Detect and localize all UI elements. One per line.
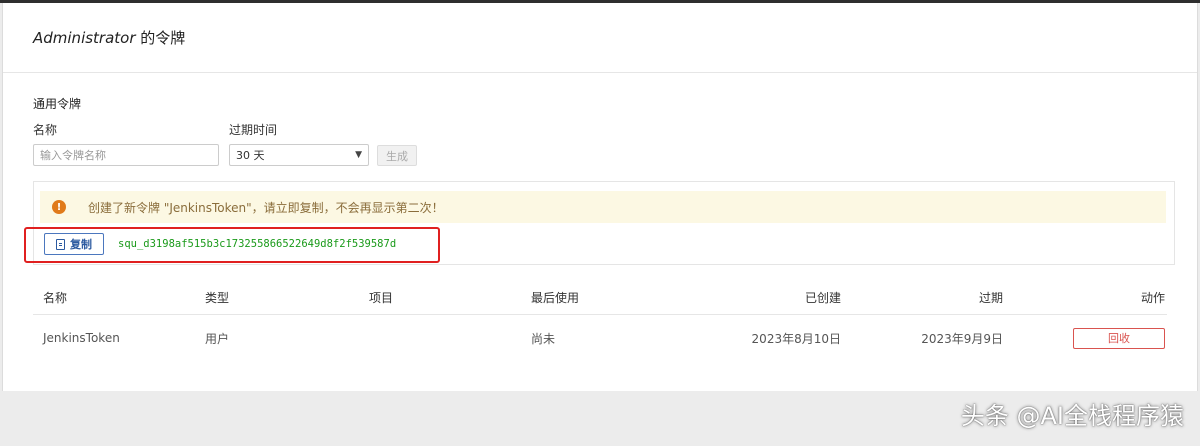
row-created: 2023年8月10日 bbox=[751, 331, 841, 346]
warning-icon: ! bbox=[52, 200, 66, 214]
watermark: 头条 @AI全栈程序猿 bbox=[960, 402, 1184, 430]
clipboard-icon bbox=[56, 238, 65, 250]
header-created: 已创建 bbox=[804, 291, 841, 305]
row-expires: 2023年9月9日 bbox=[921, 331, 1003, 346]
generate-button[interactable]: 生成 bbox=[377, 145, 417, 166]
header-type: 类型 bbox=[205, 291, 230, 305]
modal-title-suffix: 的令牌 bbox=[135, 29, 186, 47]
warning-alert: ! 创建了新令牌 "JenkinsToken"，请立即复制，不会再显示第二次！ bbox=[40, 191, 1166, 223]
header-expires: 过期 bbox=[978, 291, 1003, 305]
table-row: JenkinsToken 用户 尚未 2023年8月10日 2023年9月9日 … bbox=[33, 315, 1167, 361]
row-last-used: 尚未 bbox=[531, 331, 556, 346]
token-name-input[interactable] bbox=[33, 144, 219, 166]
row-name: JenkinsToken bbox=[43, 331, 120, 345]
chevron-down-icon: ▼ bbox=[355, 150, 362, 160]
row-action: 回收 bbox=[1073, 315, 1165, 361]
revoke-button[interactable]: 回收 bbox=[1073, 327, 1165, 349]
expiry-select-value: 30 天 bbox=[236, 149, 265, 162]
table-header-row: 名称 类型 项目 最后使用 已创建 过期 动作 bbox=[33, 281, 1167, 315]
tokens-table: 名称 类型 项目 最后使用 已创建 过期 动作 JenkinsToken 用户 … bbox=[33, 281, 1167, 361]
new-token-panel: ! 创建了新令牌 "JenkinsToken"，请立即复制，不会再显示第二次！ … bbox=[33, 181, 1175, 265]
header-last-used: 最后使用 bbox=[531, 291, 580, 305]
modal-title: Administrator 的令牌 bbox=[33, 27, 185, 48]
copy-button-label: 复制 bbox=[70, 238, 92, 251]
header-name: 名称 bbox=[43, 291, 68, 305]
expiry-label: 过期时间 bbox=[229, 123, 278, 137]
row-type: 用户 bbox=[205, 331, 230, 346]
token-value: squ_d3198af515b3c173255866522649d8f2f539… bbox=[118, 238, 397, 250]
alert-text: 创建了新令牌 "JenkinsToken"，请立即复制，不会再显示第二次！ bbox=[88, 200, 444, 215]
copy-button[interactable]: 复制 bbox=[44, 233, 104, 255]
name-label: 名称 bbox=[33, 123, 58, 137]
header-action: 动作 bbox=[1140, 291, 1165, 305]
expiry-select[interactable]: 30 天 ▼ bbox=[229, 144, 369, 166]
modal-header: Administrator 的令牌 bbox=[3, 3, 1197, 73]
token-modal: Administrator 的令牌 通用令牌 名称 过期时间 30 天 ▼ 生成… bbox=[2, 3, 1198, 391]
section-title: 通用令牌 bbox=[33, 97, 82, 111]
modal-title-user: Administrator bbox=[33, 29, 136, 47]
header-project: 项目 bbox=[369, 291, 394, 305]
